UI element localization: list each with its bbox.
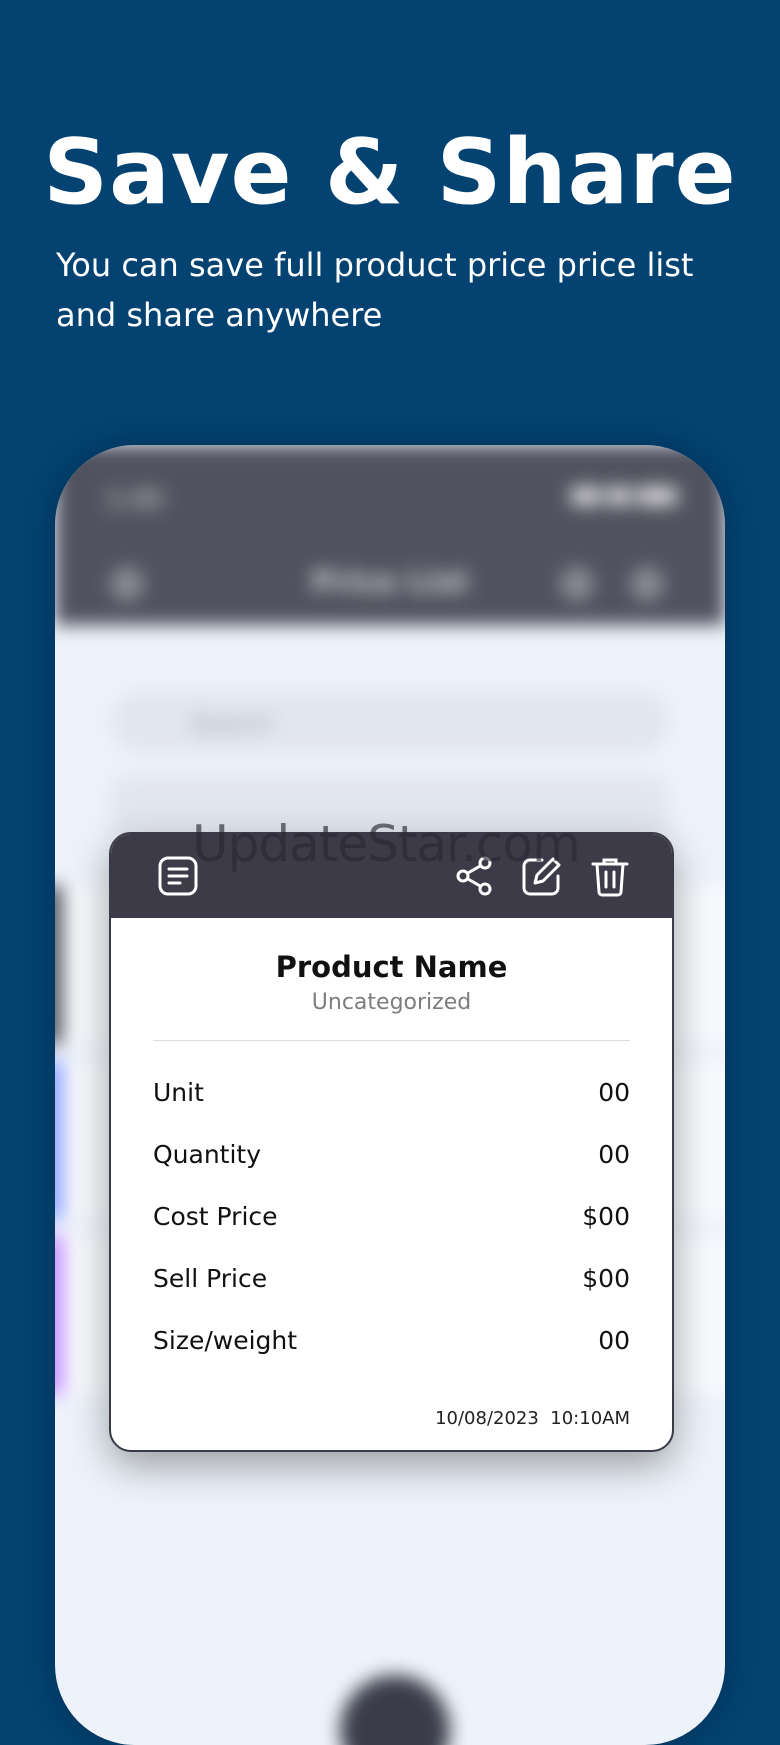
phone-top-bar: 1:00 Price List (55, 445, 725, 625)
detail-row-size-weight: Size/weight 00 (153, 1326, 630, 1366)
detail-row-quantity: Quantity 00 (153, 1140, 630, 1180)
hero-subtitle-line-1: You can save full product price price li… (56, 246, 694, 284)
blurred-search-field: Search (110, 690, 670, 754)
detail-value: 00 (598, 1326, 630, 1355)
detail-row-unit: Unit 00 (153, 1078, 630, 1118)
hero-subtitle: You can save full product price price li… (56, 240, 736, 340)
search-icon (560, 567, 594, 601)
product-name: Product Name (275, 950, 508, 984)
detail-row-sell-price: Sell Price $00 (153, 1264, 630, 1304)
trash-icon[interactable] (588, 854, 632, 898)
detail-value: $00 (582, 1264, 630, 1293)
settings-icon (630, 567, 664, 601)
detail-value: $00 (582, 1202, 630, 1231)
status-bar-time: 1:00 (105, 485, 164, 515)
detail-row-cost-price: Cost Price $00 (153, 1202, 630, 1242)
detail-label: Size/weight (153, 1326, 298, 1355)
product-detail-card: Product Name Uncategorized Unit 00 Quant… (109, 832, 674, 1452)
detail-value: 00 (598, 1140, 630, 1169)
detail-value: 00 (598, 1078, 630, 1107)
timestamp-date: 10/08/2023 (435, 1408, 539, 1429)
hero-subtitle-line-2: and share anywhere (56, 296, 383, 334)
divider (153, 1040, 630, 1041)
status-bar-icons (565, 487, 685, 509)
detail-label: Unit (153, 1078, 204, 1107)
detail-label: Cost Price (153, 1202, 278, 1231)
app-bar-title: Price List (311, 565, 469, 600)
hero-title: Save & Share (43, 120, 737, 225)
add-fab-button (340, 1675, 450, 1745)
timestamp-time: 10:10AM (550, 1408, 630, 1429)
watermark: UpdateStar.com (192, 815, 581, 873)
detail-label: Quantity (153, 1140, 262, 1169)
product-category: Uncategorized (311, 990, 472, 1015)
detail-label: Sell Price (153, 1264, 268, 1293)
timestamp: 10/08/2023 10:10AM (435, 1408, 630, 1429)
